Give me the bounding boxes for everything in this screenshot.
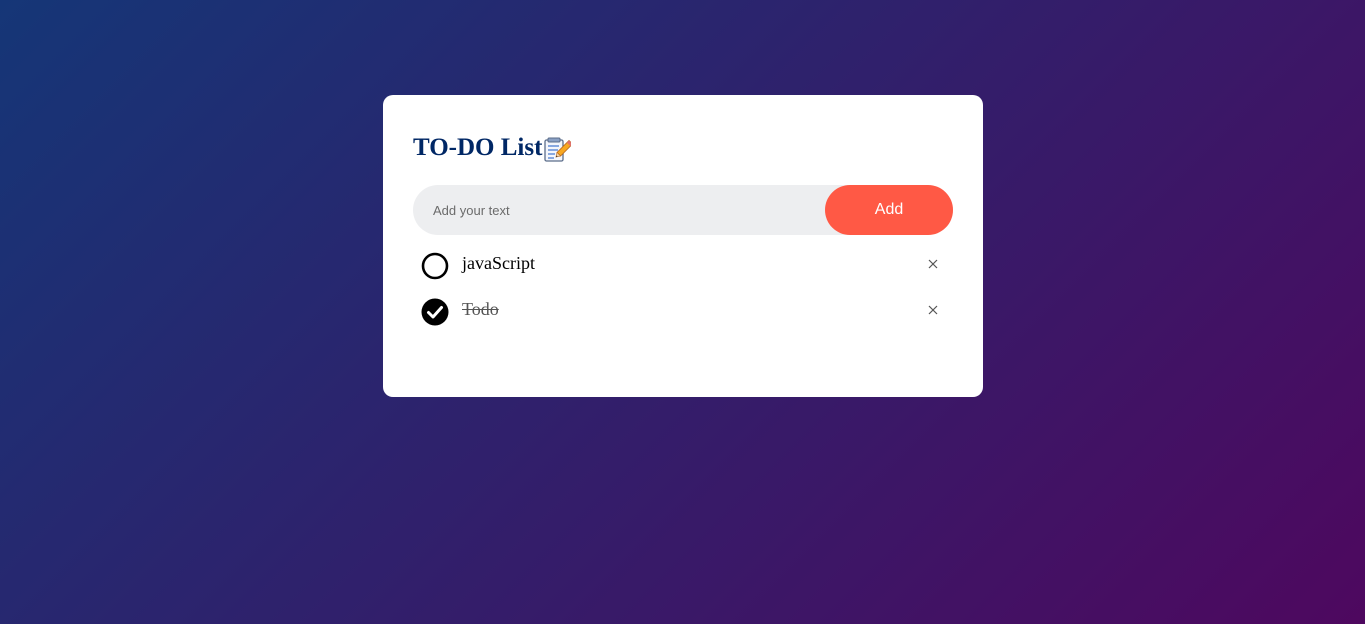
todo-app-card: TO-DO List Add your text Add javaScript … xyxy=(383,95,983,397)
header: TO-DO List xyxy=(413,133,953,163)
task-label: Todo xyxy=(462,298,499,319)
add-task-row: Add xyxy=(413,185,953,235)
task-list: javaScript Todo xyxy=(413,243,953,335)
unchecked-circle-icon[interactable] xyxy=(421,252,449,280)
task-item[interactable]: Todo xyxy=(413,289,953,335)
task-item[interactable]: javaScript xyxy=(413,243,953,289)
close-icon[interactable] xyxy=(926,257,940,271)
task-label: javaScript xyxy=(462,252,535,273)
checked-circle-icon[interactable] xyxy=(421,298,449,326)
memo-pencil-icon xyxy=(543,137,574,163)
add-button[interactable]: Add xyxy=(825,185,953,235)
page-title: TO-DO List xyxy=(413,134,543,161)
task-input[interactable] xyxy=(413,185,825,235)
close-icon[interactable] xyxy=(926,303,940,317)
